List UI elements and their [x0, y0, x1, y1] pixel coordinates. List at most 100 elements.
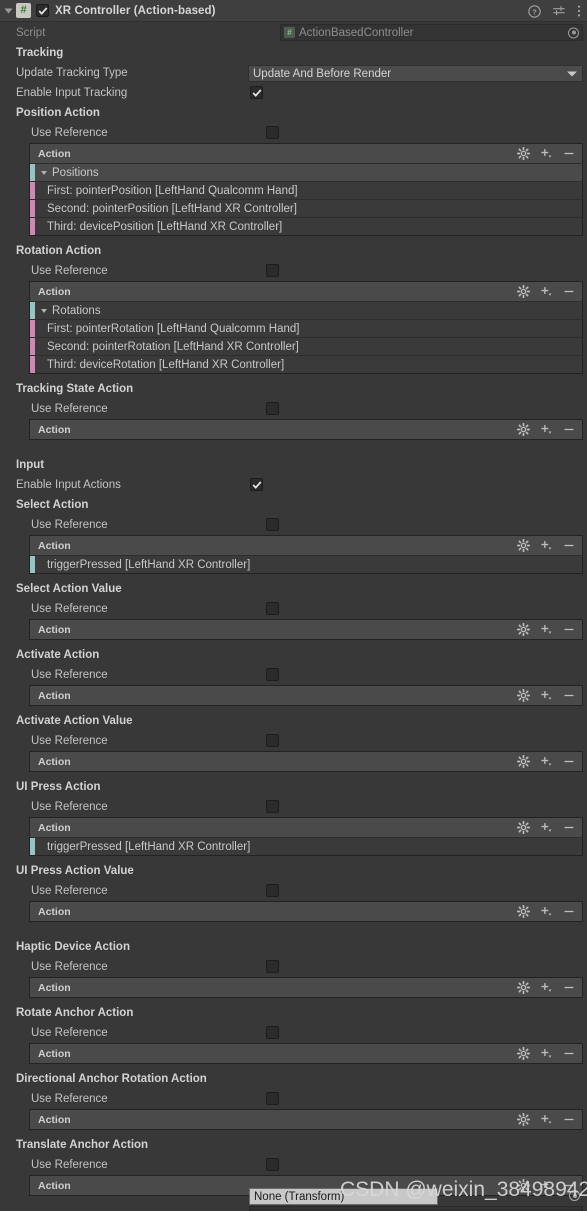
enable-input-actions-checkbox[interactable]: [250, 478, 263, 491]
section-title-row: UI Press Action Value: [0, 861, 587, 881]
remove-icon[interactable]: [563, 905, 575, 918]
action-section: UI Press Action Value Use Reference Acti…: [0, 861, 587, 927]
input-section: Input Enable Input Actions: [0, 455, 587, 495]
action-list-header-label: Action: [38, 1047, 71, 1060]
script-field[interactable]: # ActionBasedController: [280, 24, 583, 41]
action-list-item[interactable]: triggerPressed [LeftHand XR Controller]: [30, 555, 582, 573]
use-reference-checkbox[interactable]: [266, 602, 279, 615]
remove-icon[interactable]: [563, 285, 575, 298]
gear-icon[interactable]: [517, 1047, 530, 1060]
use-reference-checkbox[interactable]: [266, 1026, 279, 1039]
gear-icon[interactable]: [517, 905, 530, 918]
gear-icon[interactable]: [517, 539, 530, 552]
preset-sliders-icon[interactable]: [552, 5, 566, 18]
use-reference-checkbox[interactable]: [266, 1158, 279, 1171]
gear-icon[interactable]: [517, 821, 530, 834]
use-reference-checkbox[interactable]: [266, 126, 279, 139]
add-dropdown-icon[interactable]: [540, 1047, 553, 1060]
use-reference-row: Use Reference: [0, 123, 587, 143]
gear-icon[interactable]: [517, 423, 530, 436]
add-dropdown-icon[interactable]: [540, 623, 553, 636]
model-prefab-value: None (Transform): [254, 1190, 345, 1203]
section-title: Directional Anchor Rotation Action: [16, 1073, 207, 1085]
haptic-section-spacer: [0, 927, 587, 937]
more-vertical-icon[interactable]: [577, 4, 581, 18]
action-accent-bar: [30, 302, 35, 319]
gear-icon[interactable]: [517, 689, 530, 702]
component-enabled-checkbox[interactable]: [36, 4, 49, 17]
remove-icon[interactable]: [563, 1113, 575, 1126]
section-title: UI Press Action: [16, 781, 101, 793]
use-reference-checkbox[interactable]: [266, 960, 279, 973]
remove-icon[interactable]: [563, 981, 575, 994]
use-reference-checkbox[interactable]: [266, 402, 279, 415]
gear-icon[interactable]: [517, 755, 530, 768]
enable-input-tracking-label: Enable Input Tracking: [16, 87, 128, 99]
model-prefab-underlying-field[interactable]: [249, 1206, 583, 1211]
remove-icon[interactable]: [563, 755, 575, 768]
remove-icon[interactable]: [563, 623, 575, 636]
add-dropdown-icon[interactable]: [540, 423, 553, 436]
add-dropdown-icon[interactable]: [540, 285, 553, 298]
action-list-item[interactable]: Third: devicePosition [LeftHand XR Contr…: [30, 217, 582, 235]
action-toolbar: [517, 282, 575, 301]
action-list-header: Action: [30, 752, 582, 771]
section-title: Activate Action Value: [16, 715, 133, 727]
add-dropdown-icon[interactable]: [540, 981, 553, 994]
gear-icon[interactable]: [517, 285, 530, 298]
remove-icon[interactable]: [563, 689, 575, 702]
use-reference-label: Use Reference: [31, 1027, 108, 1039]
use-reference-checkbox[interactable]: [266, 734, 279, 747]
gear-icon[interactable]: [517, 147, 530, 160]
chevron-down-icon[interactable]: [41, 170, 47, 175]
section-title-row: Tracking State Action: [0, 379, 587, 399]
use-reference-checkbox[interactable]: [266, 800, 279, 813]
input-section-label: Input: [16, 459, 45, 471]
action-section: Activate Action Use Reference Action: [0, 645, 587, 711]
checkmark-icon: [38, 6, 47, 15]
action-list-box: Action: [29, 1109, 583, 1130]
remove-icon[interactable]: [563, 147, 575, 160]
add-dropdown-icon[interactable]: [540, 147, 553, 160]
use-reference-checkbox[interactable]: [266, 884, 279, 897]
add-dropdown-icon[interactable]: [540, 755, 553, 768]
action-list-item[interactable]: Second: pointerRotation [LeftHand XR Con…: [30, 337, 582, 355]
action-list-item-label: Rotations: [52, 304, 101, 317]
use-reference-label: Use Reference: [31, 885, 108, 897]
component-header[interactable]: # XR Controller (Action-based) ?: [0, 0, 587, 22]
action-toolbar: [517, 420, 575, 439]
chevron-down-icon[interactable]: [41, 308, 47, 313]
action-list-header: Action: [30, 902, 582, 921]
add-dropdown-icon[interactable]: [540, 1113, 553, 1126]
chevron-down-icon[interactable]: [4, 8, 13, 13]
use-reference-checkbox[interactable]: [266, 264, 279, 277]
add-dropdown-icon[interactable]: [540, 539, 553, 552]
use-reference-checkbox[interactable]: [266, 668, 279, 681]
remove-icon[interactable]: [563, 1047, 575, 1060]
action-list-item[interactable]: Positions: [30, 163, 582, 181]
action-list-item[interactable]: Rotations: [30, 301, 582, 319]
gear-icon[interactable]: [517, 623, 530, 636]
action-list-box: Action: [29, 619, 583, 640]
action-list-item[interactable]: Second: pointerPosition [LeftHand XR Con…: [30, 199, 582, 217]
add-dropdown-icon[interactable]: [540, 689, 553, 702]
action-list-item[interactable]: Third: deviceRotation [LeftHand XR Contr…: [30, 355, 582, 373]
add-dropdown-icon[interactable]: [540, 905, 553, 918]
remove-icon[interactable]: [563, 539, 575, 552]
enable-input-tracking-checkbox[interactable]: [250, 86, 263, 99]
gear-icon[interactable]: [517, 981, 530, 994]
gear-icon[interactable]: [517, 1113, 530, 1126]
use-reference-checkbox[interactable]: [266, 518, 279, 531]
remove-icon[interactable]: [563, 423, 575, 436]
remove-icon[interactable]: [563, 821, 575, 834]
action-section: UI Press Action Use Reference Action tri…: [0, 777, 587, 861]
update-tracking-type-dropdown[interactable]: Update And Before Render: [248, 65, 583, 82]
action-list-header-label: Action: [38, 423, 71, 436]
add-dropdown-icon[interactable]: [540, 821, 553, 834]
action-list-item[interactable]: First: pointerRotation [LeftHand Qualcom…: [30, 319, 582, 337]
use-reference-checkbox[interactable]: [266, 1092, 279, 1105]
action-list-item[interactable]: First: pointerPosition [LeftHand Qualcom…: [30, 181, 582, 199]
action-list-item[interactable]: triggerPressed [LeftHand XR Controller]: [30, 837, 582, 855]
object-picker-icon[interactable]: [568, 27, 579, 38]
help-icon[interactable]: ?: [528, 4, 541, 18]
